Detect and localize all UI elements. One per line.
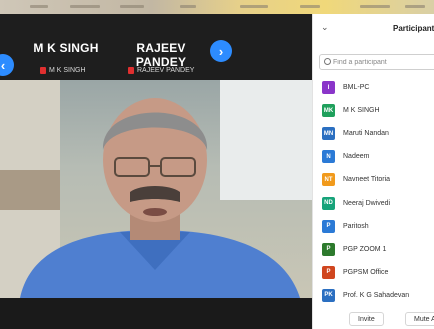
participant-name: PGP ZOOM 1	[343, 245, 387, 253]
avatar: P	[322, 242, 335, 256]
gallery-strip: ‹ M K SINGH M K SINGH RAJEEV PANDEY RAJE…	[0, 14, 312, 80]
participant-row[interactable]: N Nadeem	[313, 145, 434, 168]
participant-name: PGPSM Office	[343, 268, 389, 276]
video-thumbnail[interactable]: M K SINGH M K SINGH	[24, 24, 108, 76]
participant-row[interactable]: PK Prof. K G Sahadevan	[313, 284, 434, 307]
taskbar-item	[300, 5, 320, 8]
chevron-right-icon: ›	[218, 43, 224, 59]
participant-row[interactable]: I BML-PC	[313, 76, 434, 99]
participant-row[interactable]: MN Maruti Nandan	[313, 122, 434, 145]
participant-name: Nadeem	[343, 153, 370, 161]
participant-list: I BML-PC MK M K SINGH MN Maruti Nandan N…	[313, 76, 434, 307]
taskbar-item	[30, 5, 48, 8]
search-input[interactable]	[333, 56, 433, 69]
thumbnail-label-text: M K SINGH	[49, 67, 86, 74]
taskbar-item	[405, 5, 425, 8]
participant-name: Prof. K G Sahadevan	[343, 291, 410, 299]
participant-name: Navneet Titoria	[343, 176, 391, 184]
thumbnail-label: M K SINGH	[40, 67, 86, 74]
taskbar-item	[240, 5, 268, 8]
thumbnail-name: RAJEEV PANDEY	[135, 41, 187, 69]
taskbar-item	[120, 5, 144, 8]
gallery-prev-button[interactable]: ‹	[0, 54, 14, 76]
active-speaker-video	[0, 80, 312, 298]
gallery-next-button[interactable]: ›	[210, 40, 232, 62]
participant-name: Maruti Nandan	[343, 130, 389, 138]
mute-all-button[interactable]: Mute A	[405, 312, 434, 326]
participant-row[interactable]: P PGPSM Office	[313, 261, 434, 284]
video-bottom-bar	[0, 298, 312, 329]
os-taskbar	[0, 0, 434, 14]
participant-name: BML-PC	[343, 84, 370, 92]
panel-title: Participants	[393, 24, 434, 33]
participant-row[interactable]: ND Neeraj Dwivedi	[313, 191, 434, 214]
panel-footer: Invite Mute A	[313, 310, 434, 329]
avatar: P	[322, 219, 335, 233]
participant-row[interactable]: NT Navneet Titoria	[313, 168, 434, 191]
speaker-figure	[20, 98, 300, 298]
avatar: P	[322, 265, 335, 279]
chevron-down-icon[interactable]: ⌄	[321, 22, 329, 33]
avatar: I	[322, 81, 335, 95]
participant-name: M K SINGH	[343, 107, 380, 115]
search-icon	[324, 58, 331, 65]
participant-search[interactable]	[319, 54, 434, 70]
invite-button[interactable]: Invite	[349, 312, 384, 326]
participant-row[interactable]: P Paritosh	[313, 215, 434, 238]
video-thumbnail[interactable]: RAJEEV PANDEY RAJEEV PANDEY	[112, 24, 210, 76]
mic-muted-icon	[128, 67, 134, 74]
thumbnail-label: RAJEEV PANDEY	[128, 67, 194, 74]
avatar: PK	[322, 288, 335, 302]
taskbar-item	[360, 5, 390, 8]
avatar: MN	[322, 127, 335, 141]
taskbar-item	[180, 5, 196, 8]
participant-name: Neeraj Dwivedi	[343, 199, 391, 207]
participants-panel: ⌄ Participants I BML-PC MK M K SINGH MN …	[312, 14, 434, 329]
thumbnail-label-text: RAJEEV PANDEY	[137, 67, 195, 74]
chevron-left-icon: ‹	[0, 57, 6, 73]
avatar: MK	[322, 104, 335, 118]
thumbnail-name: M K SINGH	[33, 41, 99, 55]
participant-row[interactable]: P PGP ZOOM 1	[313, 238, 434, 261]
avatar: ND	[322, 196, 335, 210]
mic-muted-icon	[40, 67, 46, 74]
participant-row[interactable]: MK M K SINGH	[313, 99, 434, 122]
taskbar-item	[70, 5, 100, 8]
panel-header: ⌄ Participants	[313, 14, 434, 44]
participant-name: Paritosh	[343, 222, 369, 230]
avatar: NT	[322, 173, 335, 187]
avatar: N	[322, 150, 335, 164]
